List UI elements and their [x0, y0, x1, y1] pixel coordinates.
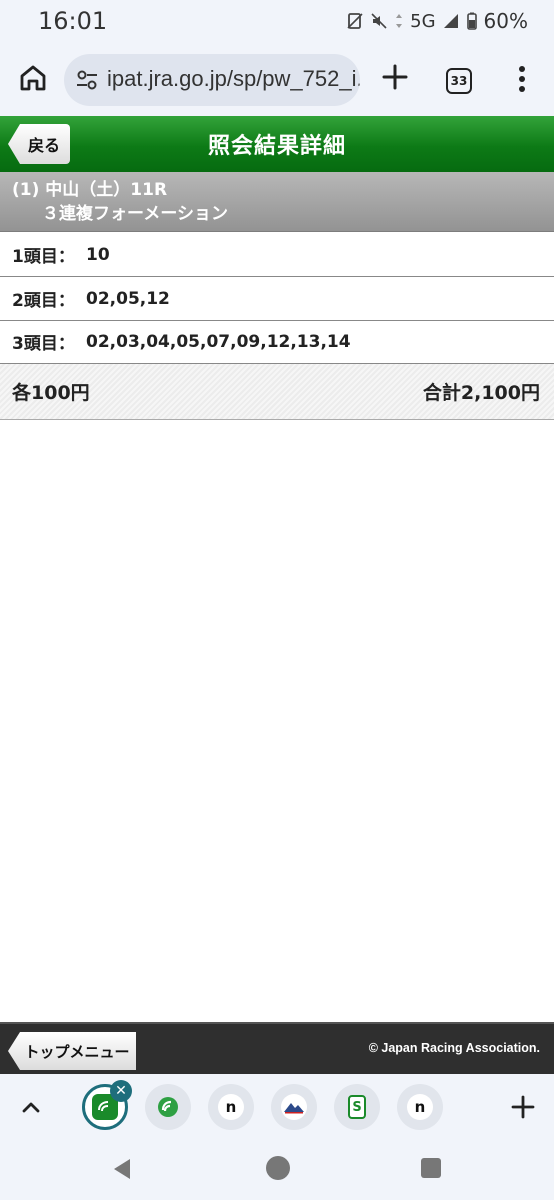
n-icon: n [407, 1094, 433, 1120]
page-title: 照会結果詳細 [207, 134, 346, 159]
selection-value: 10 [86, 244, 110, 265]
plus-icon[interactable] [508, 1092, 538, 1122]
system-nav-bar [0, 1140, 554, 1200]
selection-value: 02,03,04,05,07,09,12,13,14 [86, 331, 351, 352]
page-footer: トップメニュー © Japan Racing Association. [0, 1022, 554, 1074]
new-tab-plus-icon[interactable] [380, 62, 410, 92]
more-vert-icon[interactable] [512, 64, 532, 94]
s-phone-icon: S [348, 1095, 366, 1119]
tab-horseshoe[interactable] [145, 1084, 191, 1130]
tab-count: 33 [450, 74, 468, 88]
selection-label: 1頭目： [12, 247, 75, 267]
n-icon: n [218, 1094, 244, 1120]
bet-type: ３連複フォーメーション [42, 204, 228, 224]
address-bar[interactable]: ipat.jra.go.jp/sp/pw_752_i.c [64, 54, 360, 106]
network-type: 5G [410, 10, 436, 32]
signal-icon [443, 14, 458, 28]
home-icon[interactable] [17, 62, 49, 94]
no-sim-icon [347, 13, 363, 29]
status-time: 16:01 [38, 7, 108, 35]
mountain-icon [281, 1094, 307, 1120]
race-name: (1) 中山（土）11R [12, 180, 168, 200]
horseshoe-icon [155, 1094, 181, 1120]
status-bar: 16:01 5G 60% [0, 0, 554, 44]
unit-amount: 各100円 [12, 382, 90, 404]
url-text: ipat.jra.go.jp/sp/pw_752_i.c [107, 66, 360, 91]
battery-level: 60% [483, 9, 528, 33]
mute-icon [371, 13, 387, 29]
browser-toolbar: ipat.jra.go.jp/sp/pw_752_i.c 33 [0, 44, 554, 116]
status-indicators: 5G 60% [346, 9, 528, 33]
nav-back-icon[interactable] [110, 1156, 134, 1182]
close-icon[interactable]: ✕ [110, 1080, 132, 1102]
tab-strip: ✕ n S n [0, 1074, 554, 1140]
total-amount: 合計2,100円 [422, 382, 540, 404]
tab-s-phone[interactable]: S [334, 1084, 380, 1130]
bet-summary: 各100円 合計2,100円 [0, 364, 554, 420]
selection-row-1: 1頭目： 10 [0, 233, 554, 277]
selection-label: 3頭目： [12, 334, 75, 354]
selection-label: 2頭目： [12, 291, 75, 311]
tab-switcher-button[interactable]: 33 [446, 68, 472, 94]
nav-recents-icon[interactable] [421, 1158, 441, 1178]
race-info: (1) 中山（土）11R ３連複フォーメーション [0, 172, 554, 232]
tab-mountain[interactable] [271, 1084, 317, 1130]
battery-icon [466, 12, 477, 30]
tab-n-1[interactable]: n [208, 1084, 254, 1130]
tab-n-2[interactable]: n [397, 1084, 443, 1130]
page-header: 戻る 照会結果詳細 [0, 116, 554, 172]
data-arrows-icon [396, 14, 403, 28]
copyright: © Japan Racing Association. [368, 1041, 540, 1055]
nav-home-icon[interactable] [266, 1156, 290, 1180]
top-menu-button[interactable]: トップメニュー [8, 1032, 136, 1070]
selection-row-2: 2頭目： 02,05,12 [0, 277, 554, 321]
chevron-up-icon[interactable] [18, 1094, 44, 1120]
selection-value: 02,05,12 [86, 288, 170, 309]
selection-row-3: 3頭目： 02,03,04,05,07,09,12,13,14 [0, 320, 554, 364]
site-settings-icon[interactable] [76, 70, 98, 90]
